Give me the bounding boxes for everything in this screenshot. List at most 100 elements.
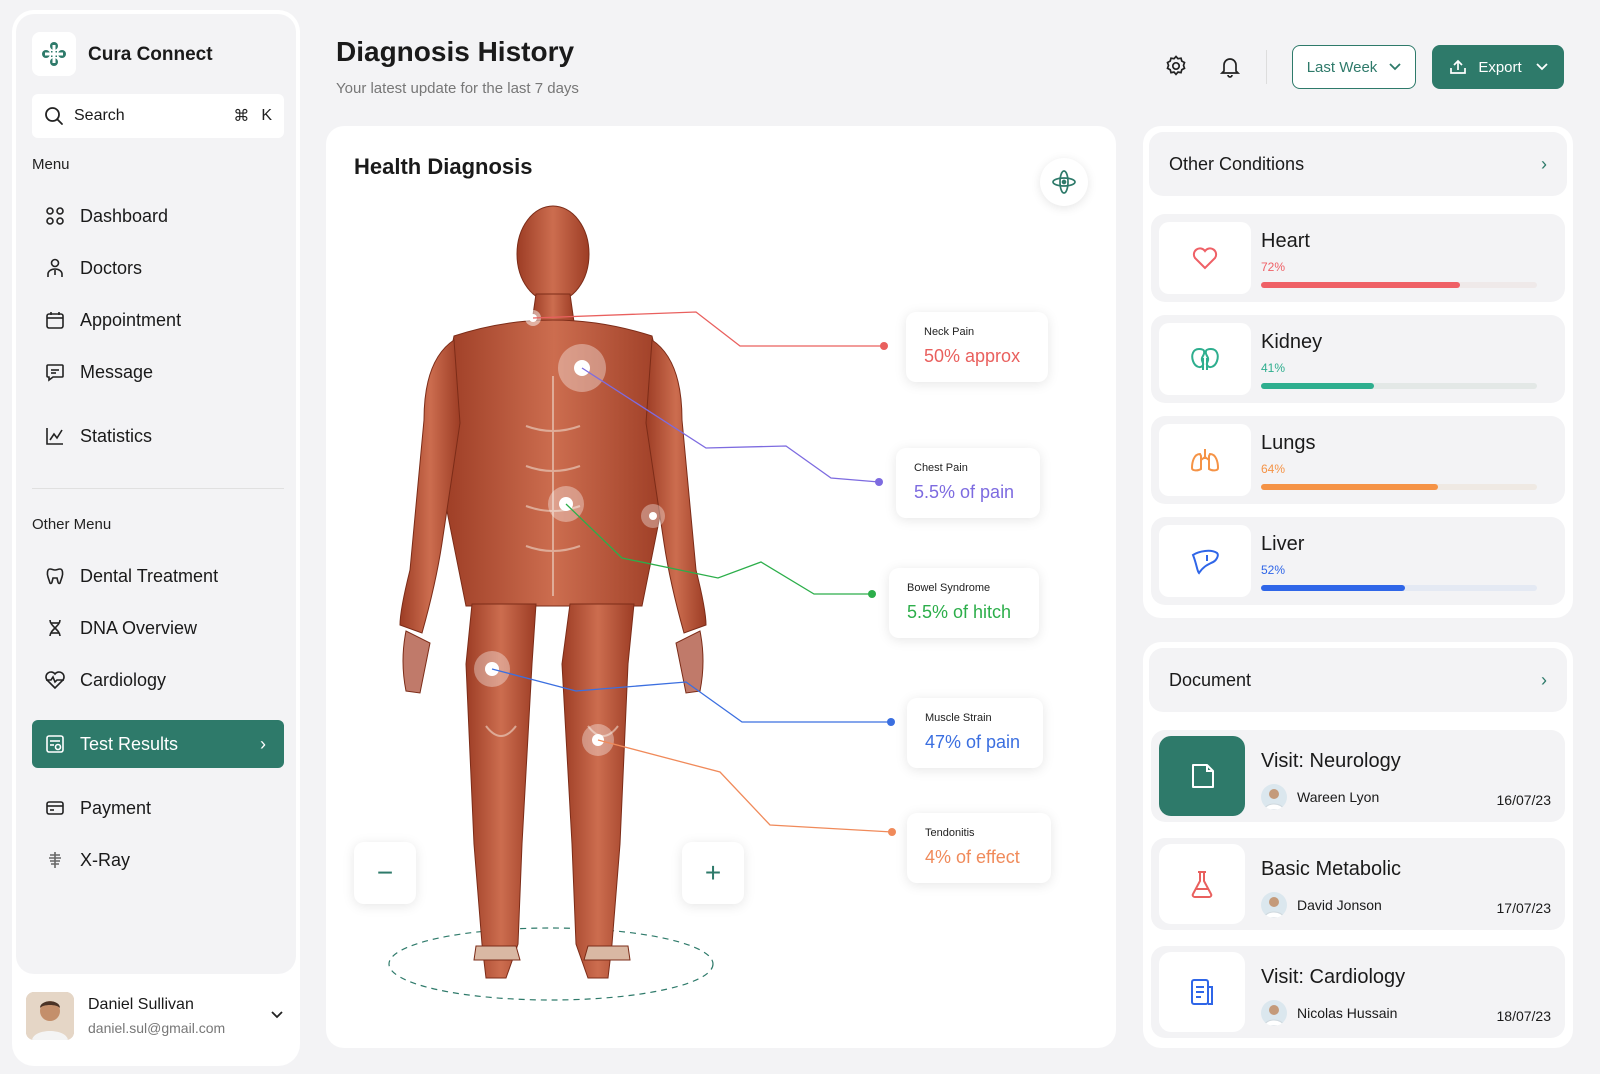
report-icon (1159, 952, 1245, 1032)
sidebar-item-xray[interactable]: X-Ray (32, 836, 284, 884)
page-title: Diagnosis History (336, 36, 575, 67)
avatar (26, 992, 74, 1040)
hotspot-forearm[interactable] (641, 504, 665, 528)
sidebar-divider (32, 488, 284, 489)
lungs-icon (1159, 424, 1251, 496)
sidebar-item-statistics[interactable]: Statistics (32, 412, 284, 460)
zoom-out-button[interactable]: − (354, 842, 416, 904)
document-title-text: Visit: Neurology (1261, 750, 1401, 772)
tag-value: 4% of effect (925, 847, 1020, 867)
tag-label: Tendonitis (925, 827, 975, 839)
document-header[interactable]: Document › (1149, 648, 1567, 712)
document-item-cardiology[interactable]: Visit: Cardiology Nicolas Hussain 18/07/… (1151, 946, 1565, 1038)
connector-dot (888, 828, 896, 836)
sidebar-item-cardiology[interactable]: Cardiology (32, 656, 284, 704)
sidebar-item-test-results[interactable]: Test Results › (32, 720, 284, 768)
other-conditions-panel: Other Conditions › Heart 72% Kidney 41% … (1143, 126, 1573, 618)
kidney-icon (1159, 323, 1251, 395)
period-select[interactable]: Last Week (1292, 45, 1416, 89)
export-button[interactable]: Export (1432, 45, 1564, 89)
other-menu-title: Other Menu (32, 516, 112, 533)
chevron-down-icon[interactable] (270, 1007, 284, 1025)
chevron-down-icon (1389, 63, 1401, 71)
header-divider (1266, 50, 1267, 84)
heart-pulse-icon (44, 669, 66, 691)
condition-name: Heart (1261, 230, 1310, 252)
tag-label: Chest Pain (914, 462, 968, 474)
sidebar-panel: Cura Connect Search ⌘ K Menu Dashboard D… (16, 14, 296, 974)
liver-icon (1159, 525, 1251, 597)
export-label: Export (1478, 58, 1522, 76)
document-title: Document (1169, 669, 1252, 690)
user-email: daniel.sul@gmail.com (88, 1020, 226, 1036)
avatar (1261, 892, 1287, 918)
test-results-icon (44, 733, 66, 755)
condition-percent: 52% (1261, 563, 1286, 577)
app-name: Cura Connect (88, 44, 213, 65)
search-input[interactable]: Search ⌘ K (32, 94, 284, 138)
sidebar-item-dental-treatment[interactable]: Dental Treatment (32, 552, 284, 600)
sidebar-item-dashboard[interactable]: Dashboard (32, 192, 284, 240)
sidebar-item-label: Statistics (80, 425, 153, 446)
other-conditions-title: Other Conditions (1169, 153, 1305, 174)
document-title-text: Visit: Cardiology (1261, 966, 1406, 988)
condition-progress-fill (1261, 484, 1438, 490)
page-subtitle: Your latest update for the last 7 days (336, 80, 579, 97)
tag-value: 50% approx (924, 346, 1021, 366)
health-diagnosis-card: Health Diagnosis Neck Pain 50% approx Ch… (326, 126, 1116, 1048)
document-person: Wareen Lyon (1297, 789, 1380, 805)
document-icon (1159, 736, 1245, 816)
tag-value: 5.5% of pain (914, 482, 1015, 502)
chart-icon (44, 425, 66, 447)
heart-icon (1159, 222, 1251, 294)
document-title-text: Basic Metabolic (1261, 858, 1402, 880)
document-panel: Document › Visit: Neurology Wareen Lyon … (1143, 642, 1573, 1048)
sidebar-item-dna-overview[interactable]: DNA Overview (32, 604, 284, 652)
sidebar-item-message[interactable]: Message (32, 348, 284, 396)
sidebar-item-payment[interactable]: Payment (32, 784, 284, 832)
connector-tendonitis (597, 739, 893, 833)
sidebar-item-label: Appointment (80, 309, 182, 330)
sidebar-item-appointment[interactable]: Appointment (32, 296, 284, 344)
menu-title: Menu (32, 156, 70, 173)
condition-lungs[interactable]: Lungs 64% (1151, 416, 1565, 504)
chevron-right-icon: › (1541, 153, 1547, 174)
settings-icon[interactable] (1162, 52, 1190, 80)
condition-progress-fill (1261, 585, 1405, 591)
condition-kidney[interactable]: Kidney 41% (1151, 315, 1565, 403)
flask-icon (1159, 844, 1245, 924)
connector-dot (887, 718, 895, 726)
condition-percent: 41% (1261, 361, 1286, 375)
document-date: 16/07/23 (1496, 792, 1552, 808)
bell-icon[interactable] (1216, 52, 1244, 80)
condition-progress-fill (1261, 383, 1375, 389)
condition-heart[interactable]: Heart 72% (1151, 214, 1565, 302)
logo-icon (42, 42, 66, 66)
other-conditions-header[interactable]: Other Conditions › (1149, 132, 1567, 196)
tooth-icon (44, 565, 66, 587)
sidebar-item-label: Cardiology (80, 669, 167, 690)
tag-neck-pain[interactable]: Neck Pain 50% approx (906, 312, 1048, 382)
document-item-metabolic[interactable]: Basic Metabolic David Jonson 17/07/23 (1151, 838, 1565, 930)
document-person: Nicolas Hussain (1297, 1005, 1398, 1021)
tag-muscle-strain[interactable]: Muscle Strain 47% of pain (907, 698, 1043, 768)
condition-liver[interactable]: Liver 52% (1151, 517, 1565, 605)
user-profile[interactable]: Daniel Sullivan daniel.sul@gmail.com (26, 976, 290, 1056)
document-date: 18/07/23 (1496, 1008, 1552, 1024)
sidebar-item-label: Message (80, 361, 154, 382)
tag-value: 5.5% of hitch (907, 602, 1012, 622)
tag-bowel-syndrome[interactable]: Bowel Syndrome 5.5% of hitch (889, 568, 1039, 638)
sidebar-item-doctors[interactable]: Doctors (32, 244, 284, 292)
shortcut-cmd-icon: ⌘ (233, 108, 250, 125)
zoom-in-button[interactable]: + (682, 842, 744, 904)
period-label: Last Week (1306, 58, 1378, 76)
tag-label: Bowel Syndrome (907, 582, 991, 594)
chevron-down-icon (1536, 63, 1548, 71)
tag-tendonitis[interactable]: Tendonitis 4% of effect (907, 813, 1051, 883)
condition-progress-fill (1261, 282, 1460, 288)
doctor-icon (44, 257, 66, 279)
sidebar-item-label: DNA Overview (80, 617, 198, 638)
user-name: Daniel Sullivan (88, 996, 194, 1013)
document-item-neurology[interactable]: Visit: Neurology Wareen Lyon 16/07/23 (1151, 730, 1565, 822)
tag-chest-pain[interactable]: Chest Pain 5.5% of pain (896, 448, 1040, 518)
